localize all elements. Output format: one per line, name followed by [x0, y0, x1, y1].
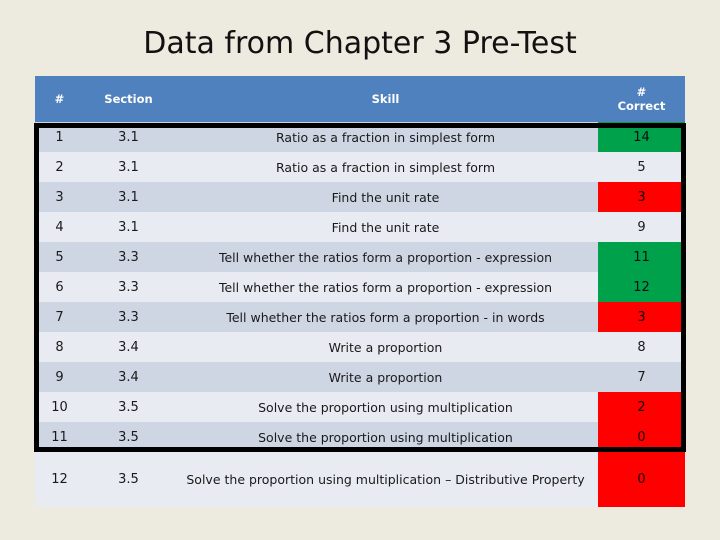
cell-skill: Solve the proportion using multiplicatio…	[173, 452, 598, 507]
cell-number-correct: 3	[598, 302, 685, 332]
cell-skill: Write a proportion	[173, 332, 598, 362]
table-row: 8 3.4 Write a proportion 8	[35, 332, 685, 362]
cell-row-number: 6	[35, 272, 84, 302]
cell-row-number: 5	[35, 242, 84, 272]
column-header-section: Section	[84, 76, 173, 122]
cell-skill: Find the unit rate	[173, 182, 598, 212]
table-row: 10 3.5 Solve the proportion using multipli…	[35, 392, 685, 422]
page-title: Data from Chapter 3 Pre-Test	[143, 26, 577, 61]
cell-row-number: 3	[35, 182, 84, 212]
cell-section: 3.5	[84, 392, 173, 422]
table-row: 9 3.4 Write a proportion 7	[35, 362, 685, 392]
table-row: 12 3.5 Solve the proportion using multipli…	[35, 452, 685, 507]
column-header-number: #	[35, 76, 84, 122]
table-row: 6 3.3 Tell whether the ratios form a propo…	[35, 272, 685, 302]
table-row: 5 3.3 Tell whether the ratios form a propo…	[35, 242, 685, 272]
cell-number-correct: 2	[598, 392, 685, 422]
cell-section: 3.1	[84, 182, 173, 212]
table-row: 11 3.5 Solve the proportion using multipli…	[35, 422, 685, 452]
cell-row-number: 9	[35, 362, 84, 392]
cell-section: 3.1	[84, 152, 173, 182]
column-header-correct: # Correct	[598, 76, 685, 122]
cell-section: 3.3	[84, 302, 173, 332]
cell-number-correct: 9	[598, 212, 685, 242]
cell-section: 3.1	[84, 212, 173, 242]
table-row: 1 3.1 Ratio as a fraction in simplest form…	[35, 122, 685, 152]
cell-row-number: 10	[35, 392, 84, 422]
table-header-row: # Section Skill # Correct	[35, 76, 685, 122]
cell-row-number: 7	[35, 302, 84, 332]
cell-number-correct: 8	[598, 332, 685, 362]
column-header-skill: Skill	[173, 76, 598, 122]
cell-number-correct: 11	[598, 242, 685, 272]
cell-number-correct: 7	[598, 362, 685, 392]
cell-section: 3.5	[84, 452, 173, 507]
table-body: 1 3.1 Ratio as a fraction in simplest form…	[35, 122, 685, 507]
cell-section: 3.1	[84, 122, 173, 152]
cell-skill: Solve the proportion using multiplicatio…	[173, 392, 598, 422]
cell-number-correct: 5	[598, 152, 685, 182]
cell-number-correct: 14	[598, 122, 685, 152]
table-row: 7 3.3 Tell whether the ratios form a propo…	[35, 302, 685, 332]
slide-canvas: Data from Chapter 3 Pre-Test # Section S…	[0, 0, 720, 540]
table-row: 2 3.1 Ratio as a fraction in simplest form…	[35, 152, 685, 182]
data-table-container: # Section Skill # Correct 1 3.1 Ratio as a…	[35, 76, 685, 507]
column-header-correct-line1: #	[636, 85, 647, 99]
cell-row-number: 11	[35, 422, 84, 452]
cell-skill: Tell whether the ratios form a proportio…	[173, 272, 598, 302]
cell-skill: Solve the proportion using multiplicatio…	[173, 422, 598, 452]
cell-number-correct: 0	[598, 422, 685, 452]
cell-section: 3.3	[84, 272, 173, 302]
cell-number-correct: 12	[598, 272, 685, 302]
cell-skill: Ratio as a fraction in simplest form	[173, 152, 598, 182]
cell-section: 3.4	[84, 332, 173, 362]
cell-section: 3.4	[84, 362, 173, 392]
cell-row-number: 4	[35, 212, 84, 242]
cell-number-correct: 3	[598, 182, 685, 212]
cell-section: 3.5	[84, 422, 173, 452]
cell-skill: Find the unit rate	[173, 212, 598, 242]
cell-row-number: 12	[35, 452, 84, 507]
cell-skill: Ratio as a fraction in simplest form	[173, 122, 598, 152]
table-row: 3 3.1 Find the unit rate 3	[35, 182, 685, 212]
pretest-data-table: # Section Skill # Correct 1 3.1 Ratio as a…	[35, 76, 685, 507]
cell-section: 3.3	[84, 242, 173, 272]
cell-skill: Write a proportion	[173, 362, 598, 392]
cell-skill: Tell whether the ratios form a proportio…	[173, 302, 598, 332]
cell-row-number: 1	[35, 122, 84, 152]
table-row: 4 3.1 Find the unit rate 9	[35, 212, 685, 242]
table-header: # Section Skill # Correct	[35, 76, 685, 122]
cell-skill: Tell whether the ratios form a proportio…	[173, 242, 598, 272]
cell-row-number: 2	[35, 152, 84, 182]
cell-row-number: 8	[35, 332, 84, 362]
cell-number-correct: 0	[598, 452, 685, 507]
column-header-correct-line2: Correct	[617, 99, 666, 113]
